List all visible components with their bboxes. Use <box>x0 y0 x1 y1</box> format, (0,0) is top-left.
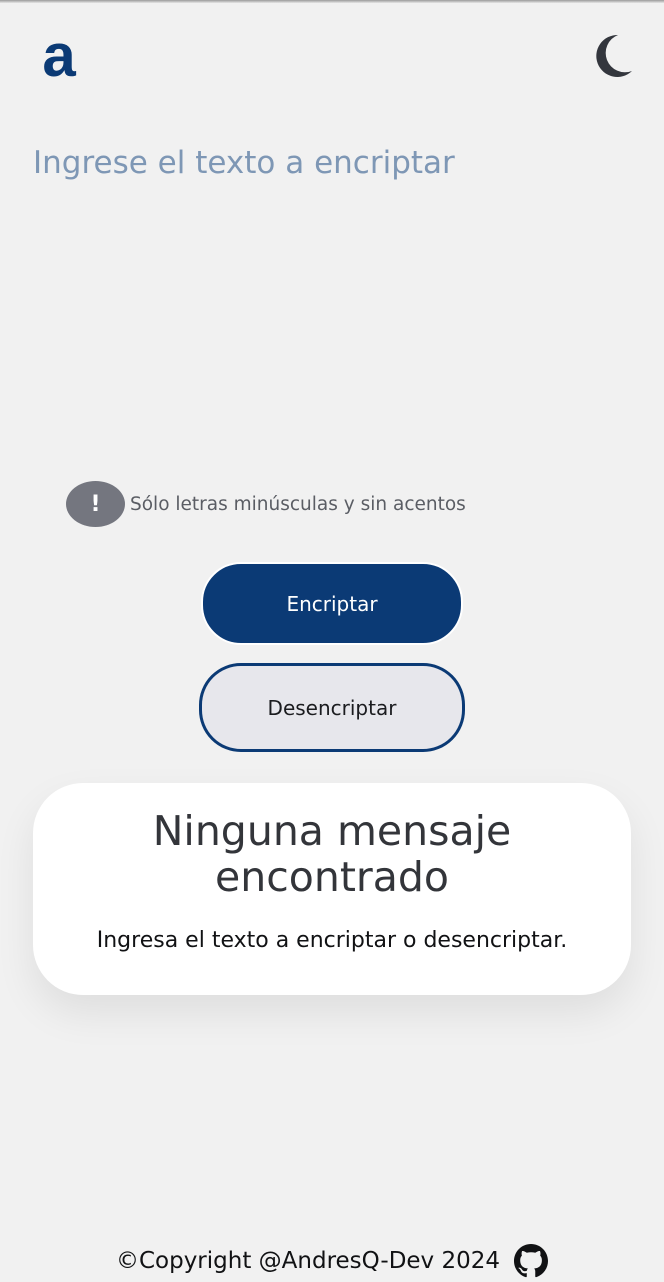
result-card: Ninguna mensaje encontrado Ingresa el te… <box>33 783 631 995</box>
result-title: Ninguna mensaje encontrado <box>152 807 512 901</box>
footer: ©Copyright @AndresQ-Dev 2024 <box>0 1242 664 1280</box>
decrypt-button[interactable]: Desencriptar <box>199 663 465 752</box>
logo-icon[interactable]: a <box>38 22 80 89</box>
info-icon-symbol: ! <box>90 491 101 517</box>
decrypt-button-label: Desencriptar <box>267 695 397 720</box>
encrypt-button[interactable]: Encriptar <box>201 562 463 645</box>
hint-row: ! Sólo letras minúsculas y sin acentos <box>66 481 466 527</box>
svg-text:a: a <box>42 30 76 82</box>
github-icon[interactable] <box>514 1244 549 1278</box>
text-input[interactable] <box>33 145 633 445</box>
info-icon: ! <box>66 481 125 527</box>
moon-icon[interactable] <box>594 34 634 78</box>
encrypt-button-label: Encriptar <box>286 591 378 616</box>
hint-text: Sólo letras minúsculas y sin acentos <box>130 493 466 515</box>
copyright-text: ©Copyright @AndresQ-Dev 2024 <box>115 1248 501 1274</box>
result-subtitle: Ingresa el texto a encriptar o desencrip… <box>96 928 568 953</box>
top-edge-shadow <box>0 0 664 3</box>
